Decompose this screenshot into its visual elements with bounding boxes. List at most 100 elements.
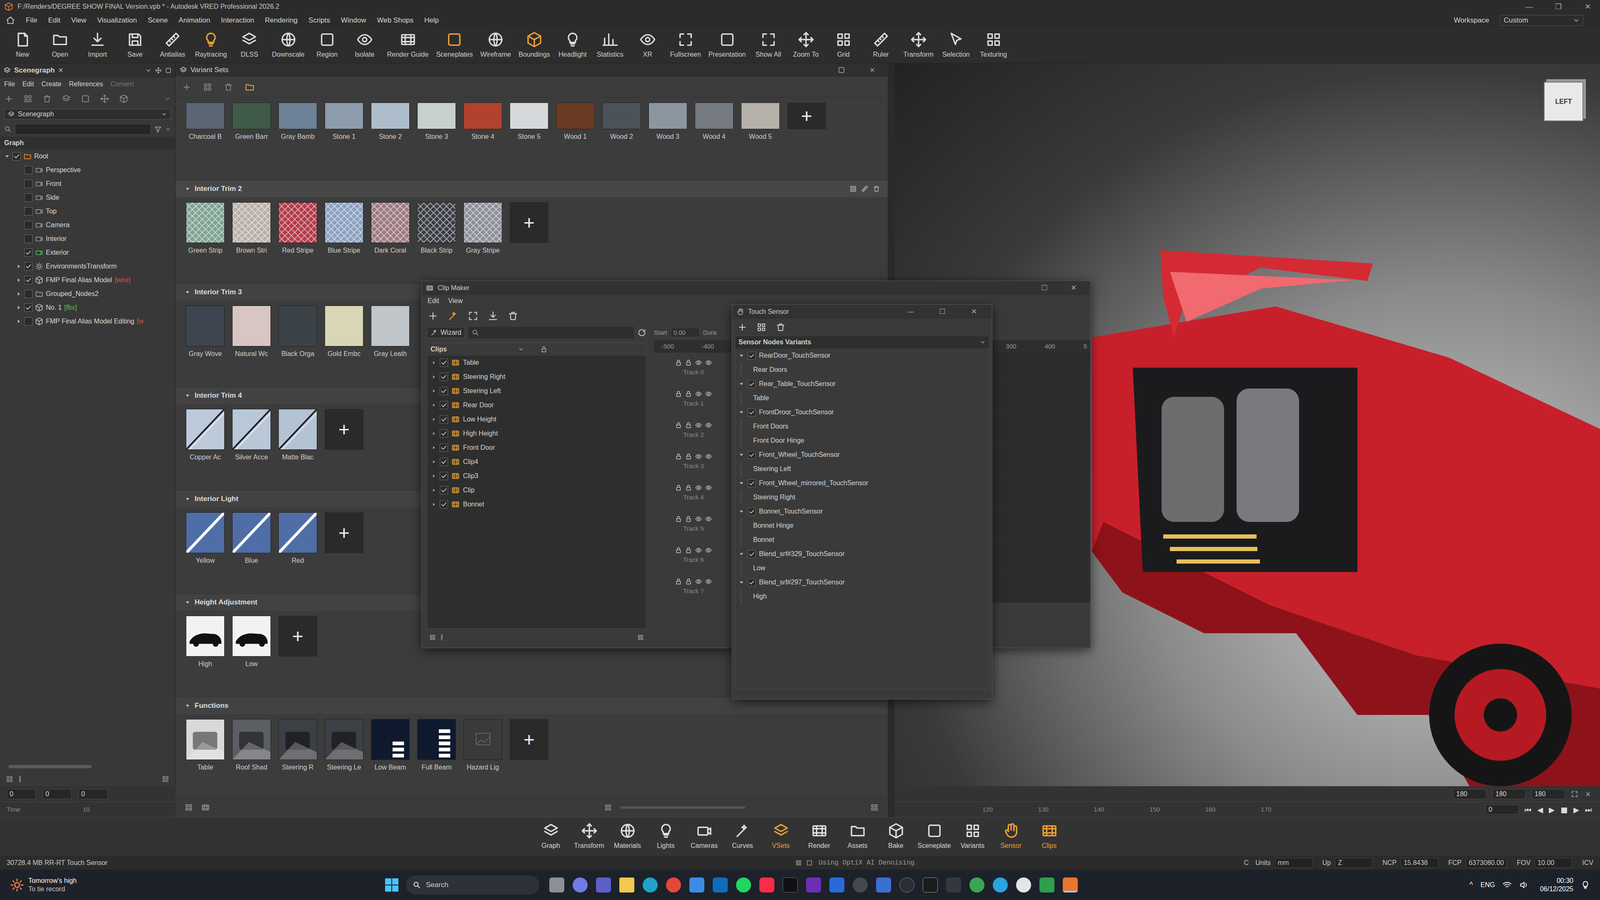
- clip-row[interactable]: Bonnet: [427, 497, 647, 512]
- eye-icon[interactable]: [695, 421, 702, 429]
- checkbox[interactable]: [439, 400, 449, 410]
- variant-swatch[interactable]: [324, 202, 364, 243]
- eye-icon[interactable]: [705, 546, 712, 554]
- sensor-variant[interactable]: Steering Right: [741, 490, 990, 505]
- variant-swatch[interactable]: [232, 408, 271, 450]
- eye-icon[interactable]: [705, 515, 712, 523]
- lock-icon[interactable]: [685, 453, 692, 460]
- clip-row[interactable]: Low Height: [427, 412, 647, 427]
- toolbar-button[interactable]: Fullscreen: [670, 31, 702, 60]
- sensor-node[interactable]: RearDoor_TouchSensor: [735, 348, 990, 363]
- variant-item[interactable]: Stone 5: [509, 102, 549, 142]
- variant-item[interactable]: Black Strip: [417, 202, 456, 256]
- add-variant-icon[interactable]: [756, 322, 767, 333]
- expand-icon[interactable]: [184, 599, 191, 606]
- app-icon[interactable]: [829, 877, 845, 893]
- dock-item[interactable]: Bake: [877, 822, 915, 851]
- eye-icon[interactable]: [695, 578, 702, 585]
- clip-row[interactable]: Steering Right: [427, 369, 647, 384]
- variant-item[interactable]: Gray Bamb: [278, 102, 318, 142]
- expand-icon[interactable]: [738, 352, 745, 359]
- toolbar-button[interactable]: Render Guide: [387, 31, 429, 60]
- variant-swatch[interactable]: [370, 305, 410, 347]
- menu-icon[interactable]: [145, 67, 152, 74]
- variant-swatch[interactable]: [463, 718, 503, 760]
- scenegraph-node[interactable]: Root: [0, 149, 176, 163]
- checkbox[interactable]: [24, 248, 33, 257]
- expand-icon[interactable]: [431, 388, 437, 394]
- variant-item[interactable]: Charcoal B: [185, 102, 225, 142]
- lock-icon[interactable]: [540, 345, 548, 353]
- variant-swatch[interactable]: [278, 512, 318, 554]
- variant-swatch[interactable]: [417, 102, 456, 130]
- expand-icon[interactable]: [738, 409, 745, 416]
- variant-item[interactable]: High: [185, 615, 225, 669]
- window-control[interactable]: ☐: [928, 306, 957, 318]
- sensor-variant[interactable]: High: [741, 589, 990, 604]
- menu-item[interactable]: Rendering: [265, 15, 298, 26]
- variant-swatch[interactable]: [232, 615, 271, 657]
- variant-swatch[interactable]: [417, 718, 456, 760]
- store-icon[interactable]: [689, 877, 705, 893]
- variant-item[interactable]: Black Orga: [278, 305, 318, 359]
- scenegraph-node[interactable]: Top: [0, 204, 176, 218]
- lock-icon[interactable]: [675, 515, 682, 523]
- sensor-variant[interactable]: Front Door Hinge: [741, 433, 990, 448]
- menu-item[interactable]: Visualization: [97, 15, 137, 26]
- panel-tab[interactable]: Scenegraph: [14, 65, 55, 76]
- checkbox[interactable]: [24, 303, 33, 312]
- expand-icon[interactable]: [184, 495, 191, 502]
- dock-item[interactable]: Transform: [570, 822, 608, 851]
- checkbox[interactable]: [24, 220, 33, 230]
- expand-icon[interactable]: [738, 380, 745, 387]
- toolbar-button[interactable]: Statistics: [595, 31, 626, 60]
- expand-icon[interactable]: [15, 277, 22, 283]
- variant-item[interactable]: Wood 5: [741, 102, 780, 142]
- checkbox[interactable]: [439, 443, 449, 452]
- search-field[interactable]: [15, 123, 151, 135]
- lock-icon[interactable]: [675, 546, 682, 554]
- playback-button[interactable]: ▶: [1573, 803, 1580, 816]
- sensor-node[interactable]: Blend_srf#297_TouchSensor: [735, 575, 990, 590]
- variant-item[interactable]: Gray Stripe: [463, 202, 503, 256]
- variant-item[interactable]: Blue Stripe: [324, 202, 364, 256]
- expand-icon[interactable]: [431, 402, 437, 408]
- float-icon[interactable]: [837, 66, 846, 74]
- variant-swatch[interactable]: [555, 102, 595, 130]
- scenegraph-node[interactable]: Interior: [0, 231, 176, 246]
- toolbar-button[interactable]: New: [7, 31, 38, 60]
- app-icon[interactable]: [899, 877, 915, 893]
- expand-icon[interactable]: [184, 702, 191, 709]
- panel-menu-item[interactable]: Edit: [22, 79, 35, 90]
- expand-icon[interactable]: [184, 392, 191, 399]
- app-icon[interactable]: [806, 877, 822, 893]
- lock-icon[interactable]: [685, 546, 692, 554]
- lock-icon[interactable]: [675, 359, 682, 366]
- toolbar-button[interactable]: Selection: [941, 31, 972, 60]
- trash-icon[interactable]: [507, 310, 519, 322]
- lock-icon[interactable]: [685, 578, 692, 585]
- start-field[interactable]: 0.00: [670, 327, 700, 338]
- options-icon[interactable]: [637, 633, 644, 641]
- group-header[interactable]: Functions: [175, 697, 888, 714]
- refresh-icon[interactable]: [637, 328, 647, 338]
- chrome-icon[interactable]: [666, 877, 682, 893]
- close-icon[interactable]: [866, 64, 878, 76]
- expand-icon[interactable]: [431, 445, 437, 451]
- variant-swatch[interactable]: [417, 202, 456, 243]
- teams-icon[interactable]: [595, 877, 611, 893]
- volume-icon[interactable]: [1519, 880, 1529, 890]
- variant-swatch[interactable]: [232, 512, 271, 554]
- scenegraph-node[interactable]: EnvironmentsTransform: [0, 259, 176, 273]
- menu-item[interactable]: Edit: [427, 295, 440, 306]
- sensor-variant[interactable]: Front Doors: [741, 419, 990, 434]
- sensor-node[interactable]: FrontDroor_TouchSensor: [735, 405, 990, 420]
- toolbar-button[interactable]: Presentation: [708, 31, 747, 60]
- add-variant-button[interactable]: +: [324, 512, 364, 554]
- status-field[interactable]: Z: [1334, 857, 1373, 868]
- menu-item[interactable]: Edit: [47, 15, 61, 26]
- sensor-node[interactable]: Front_Wheel_mirrored_TouchSensor: [735, 475, 990, 491]
- frame-field[interactable]: 0: [42, 788, 72, 799]
- status-field[interactable]: 15.8438: [1400, 857, 1439, 868]
- panel-menu-item[interactable]: File: [4, 79, 16, 90]
